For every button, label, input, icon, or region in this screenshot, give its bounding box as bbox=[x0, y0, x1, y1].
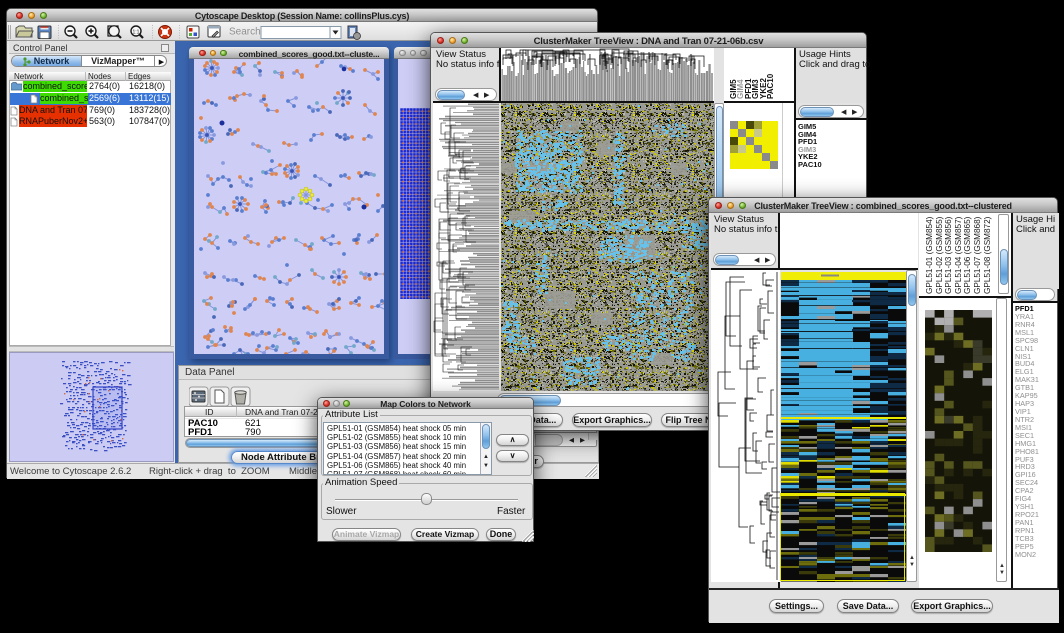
svg-text:GPL51-02 (GSM855): GPL51-02 (GSM855) bbox=[935, 216, 944, 294]
svg-text:Search:: Search: bbox=[229, 27, 263, 38]
svg-text:GPL51-03 (GSM856): GPL51-03 (GSM856) bbox=[944, 216, 953, 294]
svg-text:PAC10: PAC10 bbox=[766, 73, 775, 99]
svg-text:GPL51-01 (GSM854): GPL51-01 (GSM854) bbox=[925, 216, 934, 294]
svg-text:GPL51-08 (GSM872): GPL51-08 (GSM872) bbox=[983, 216, 992, 294]
svg-text:GPL51-06 (GSM865): GPL51-06 (GSM865) bbox=[963, 216, 972, 294]
svg-text:GPL51-04 (GSM857): GPL51-04 (GSM857) bbox=[954, 216, 963, 294]
svg-text:1:1: 1:1 bbox=[133, 30, 140, 36]
svg-text:GPL51-07 (GSM868): GPL51-07 (GSM868) bbox=[973, 216, 982, 294]
